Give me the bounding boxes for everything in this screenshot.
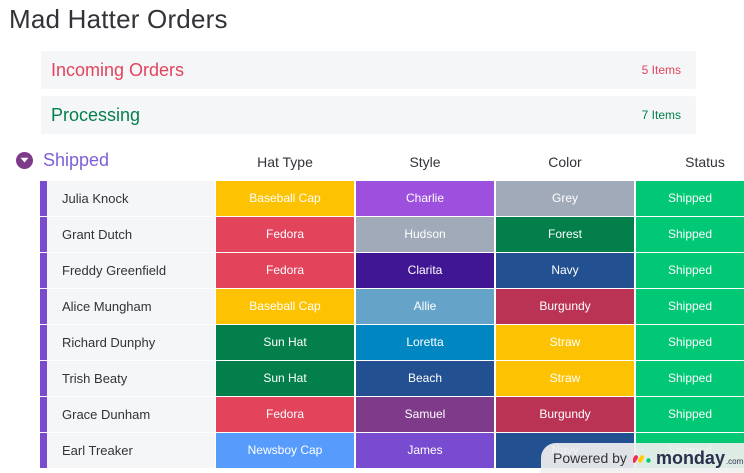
group-processing[interactable]: Processing 7 Items: [41, 96, 696, 134]
item-name[interactable]: Earl Treaker: [47, 433, 215, 468]
color-cell[interactable]: Forest: [496, 217, 634, 252]
color-cell[interactable]: Burgundy: [496, 289, 634, 324]
color-cell[interactable]: Navy: [496, 253, 634, 288]
group-color-bar: [40, 289, 47, 324]
style-cell[interactable]: Samuel: [356, 397, 494, 432]
style-cell[interactable]: Clarita: [356, 253, 494, 288]
color-cell[interactable]: Burgundy: [496, 397, 634, 432]
group-title[interactable]: Processing: [51, 105, 140, 126]
group-shipped-header: Shipped Hat Type Style Color Status: [0, 146, 744, 176]
status-cell[interactable]: Shipped: [636, 217, 744, 252]
item-name[interactable]: Alice Mungham: [47, 289, 215, 324]
status-cell[interactable]: Shipped: [636, 325, 744, 360]
brand-name: monday: [655, 447, 725, 468]
table-row[interactable]: Richard Dunphy Sun Hat Loretta Straw Shipped: [40, 325, 744, 360]
item-name[interactable]: Freddy Greenfield: [47, 253, 215, 288]
hat-type-cell[interactable]: Sun Hat: [216, 361, 354, 396]
group-color-bar: [40, 361, 47, 396]
color-cell[interactable]: Straw: [496, 325, 634, 360]
hat-type-cell[interactable]: Fedora: [216, 253, 354, 288]
board-title: Mad Hatter Orders: [9, 4, 228, 34]
color-cell[interactable]: Grey: [496, 181, 634, 216]
table-row[interactable]: Grant Dutch Fedora Hudson Forest Shipped: [40, 217, 744, 252]
style-cell[interactable]: James: [356, 433, 494, 468]
item-name[interactable]: Julia Knock: [47, 181, 215, 216]
group-color-bar: [40, 325, 47, 360]
item-name[interactable]: Grant Dutch: [47, 217, 215, 252]
style-cell[interactable]: Charlie: [356, 181, 494, 216]
column-header-status[interactable]: Status: [636, 154, 744, 170]
item-name[interactable]: Trish Beaty: [47, 361, 215, 396]
group-item-count: 7 Items: [641, 108, 681, 122]
group-incoming-orders[interactable]: Incoming Orders 5 Items: [41, 51, 696, 89]
column-header-style[interactable]: Style: [356, 154, 494, 170]
status-cell[interactable]: Shipped: [636, 289, 744, 324]
chevron-down-icon[interactable]: [16, 152, 33, 169]
group-color-bar: [40, 397, 47, 432]
style-cell[interactable]: Beach: [356, 361, 494, 396]
hat-type-cell[interactable]: Baseball Cap: [216, 289, 354, 324]
hat-type-cell[interactable]: Fedora: [216, 397, 354, 432]
style-cell[interactable]: Hudson: [356, 217, 494, 252]
status-cell[interactable]: Shipped: [636, 397, 744, 432]
group-color-bar: [40, 433, 47, 468]
item-name[interactable]: Richard Dunphy: [47, 325, 215, 360]
group-title-shipped[interactable]: Shipped: [43, 150, 109, 171]
group-title[interactable]: Incoming Orders: [51, 60, 184, 81]
status-cell[interactable]: Shipped: [636, 361, 744, 396]
column-header-hat-type[interactable]: Hat Type: [216, 154, 354, 170]
powered-by-label: Powered by: [553, 450, 627, 466]
item-name[interactable]: Grace Dunham: [47, 397, 215, 432]
brand-suffix: .com: [725, 456, 744, 466]
group-item-count: 5 Items: [641, 63, 681, 77]
hat-type-cell[interactable]: Sun Hat: [216, 325, 354, 360]
hat-type-cell[interactable]: Newsboy Cap: [216, 433, 354, 468]
hat-type-cell[interactable]: Baseball Cap: [216, 181, 354, 216]
table-row[interactable]: Trish Beaty Sun Hat Beach Straw Shipped: [40, 361, 744, 396]
color-cell[interactable]: Straw: [496, 361, 634, 396]
monday-logo-icon: [632, 453, 653, 463]
group-color-bar: [40, 181, 47, 216]
table-row[interactable]: Julia Knock Baseball Cap Charlie Grey Shippe…: [40, 181, 744, 216]
powered-by-badge[interactable]: Powered by monday .com: [541, 443, 744, 473]
column-header-color[interactable]: Color: [496, 154, 634, 170]
status-cell[interactable]: Shipped: [636, 181, 744, 216]
group-color-bar: [40, 253, 47, 288]
hat-type-cell[interactable]: Fedora: [216, 217, 354, 252]
style-cell[interactable]: Allie: [356, 289, 494, 324]
table-row[interactable]: Grace Dunham Fedora Samuel Burgundy Shipped: [40, 397, 744, 432]
table-row[interactable]: Freddy Greenfield Fedora Clarita Navy Shippe…: [40, 253, 744, 288]
status-cell[interactable]: Shipped: [636, 253, 744, 288]
style-cell[interactable]: Loretta: [356, 325, 494, 360]
group-color-bar: [40, 217, 47, 252]
table-row[interactable]: Alice Mungham Baseball Cap Allie Burgundy Sh…: [40, 289, 744, 324]
